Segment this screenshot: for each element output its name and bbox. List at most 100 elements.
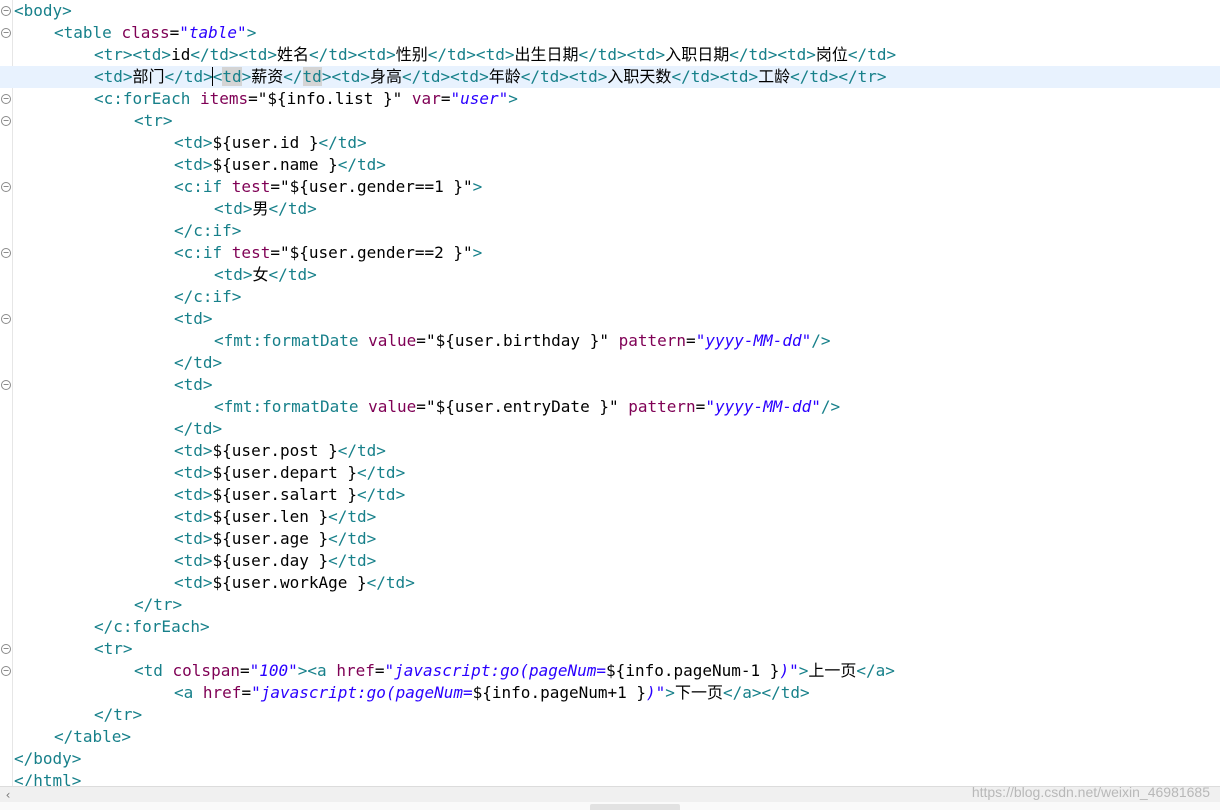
code-line[interactable]: </body> — [0, 748, 1220, 770]
code-token: value — [368, 331, 417, 350]
code-token: = — [270, 177, 280, 196]
code-token: 年龄 — [488, 67, 521, 86]
code-line[interactable]: − <td> — [0, 308, 1220, 330]
code-line[interactable]: − <c:if test="${user.gender==1 }"> — [0, 176, 1220, 198]
code-token: </ — [283, 67, 303, 86]
code-token: > — [508, 89, 518, 108]
code-line[interactable]: <td>${user.age }</td> — [0, 528, 1220, 550]
code-token: </tr> — [134, 595, 183, 614]
code-line[interactable]: − <tr> — [0, 638, 1220, 660]
code-line[interactable]: <fmt:formatDate value="${user.entryDate … — [0, 396, 1220, 418]
code-token: </td> — [268, 199, 317, 218]
code-line[interactable]: <td>${user.day }</td> — [0, 550, 1220, 572]
code-line[interactable]: − <c:forEach items="${info.list }" var="u… — [0, 88, 1220, 110]
code-token: ${user.len } — [212, 507, 329, 526]
code-token: <td> — [174, 529, 213, 548]
code-line[interactable]: </table> — [0, 726, 1220, 748]
code-token: "javascript:go(pageNum= — [251, 683, 473, 702]
code-line[interactable]: <td>${user.name }</td> — [0, 154, 1220, 176]
code-line[interactable]: <td>部门</td><td>薪资</td><td>身高</td><td>年龄<… — [0, 66, 1220, 88]
fold-toggle-icon[interactable]: − — [1, 94, 11, 104]
code-token: </td> — [164, 67, 213, 86]
code-line[interactable]: </tr> — [0, 594, 1220, 616]
code-token: )" — [646, 683, 666, 702]
code-token: <fmt:formatDate — [214, 397, 369, 416]
fold-toggle-icon[interactable]: − — [1, 380, 11, 390]
code-text: <td>${user.day }</td> — [174, 550, 376, 572]
code-line[interactable]: </td> — [0, 418, 1220, 440]
fold-toggle-icon[interactable]: − — [1, 248, 11, 258]
code-line[interactable]: <td>${user.workAge }</td> — [0, 572, 1220, 594]
code-line[interactable]: − <body> — [0, 0, 1220, 22]
code-token: </td> — [268, 265, 317, 284]
code-token: 性别 — [395, 45, 428, 64]
code-token: 姓名 — [277, 45, 310, 64]
fold-toggle-icon[interactable]: − — [1, 6, 11, 16]
code-token: = — [239, 661, 250, 680]
code-line[interactable]: <td>${user.depart }</td> — [0, 462, 1220, 484]
code-line[interactable]: − <c:if test="${user.gender==2 }"> — [0, 242, 1220, 264]
code-token: </td> — [328, 529, 377, 548]
code-token: 上一页 — [808, 661, 857, 680]
code-line[interactable]: <td>${user.id }</td> — [0, 132, 1220, 154]
code-line[interactable]: <fmt:formatDate value="${user.birthday }… — [0, 330, 1220, 352]
code-token: "${user.gender==1 }" — [279, 177, 473, 196]
code-text: </tr> — [134, 594, 182, 616]
code-token: <td> — [174, 573, 213, 592]
code-token: </td><td> — [190, 45, 278, 64]
code-token: <a — [174, 683, 203, 702]
code-token: 薪资 — [251, 67, 284, 86]
code-line[interactable]: </c:forEach> — [0, 616, 1220, 638]
code-token: </c:if> — [174, 287, 242, 306]
code-line[interactable]: <td>${user.salart }</td> — [0, 484, 1220, 506]
code-token: > — [472, 243, 483, 262]
code-token: ${user.salart } — [212, 485, 358, 504]
code-token: ><td> — [321, 67, 370, 86]
code-line[interactable]: <td>女</td> — [0, 264, 1220, 286]
bottom-tab-handle[interactable] — [590, 804, 680, 810]
code-text: <td> — [174, 308, 213, 330]
code-token: > — [246, 23, 257, 42]
code-line[interactable]: <td>${user.post }</td> — [0, 440, 1220, 462]
code-token: </td><td> — [402, 67, 489, 86]
code-line[interactable]: </c:if> — [0, 220, 1220, 242]
code-token: </td><td> — [309, 45, 396, 64]
fold-toggle-icon[interactable]: − — [1, 644, 11, 654]
code-text: </td> — [174, 352, 222, 374]
code-line[interactable]: <td>男</td> — [0, 198, 1220, 220]
code-line[interactable]: − <td> — [0, 374, 1220, 396]
code-token: 下一页 — [674, 683, 723, 702]
code-token: 入职日期 — [665, 45, 730, 64]
scroll-left-icon[interactable]: ‹ — [0, 787, 16, 803]
code-line[interactable]: </c:if> — [0, 286, 1220, 308]
code-token: <c:if — [174, 177, 232, 196]
fold-toggle-icon[interactable]: − — [1, 666, 11, 676]
fold-toggle-icon[interactable]: − — [1, 182, 11, 192]
fold-toggle-icon[interactable]: − — [1, 314, 11, 324]
code-token: ${user.post } — [212, 441, 338, 460]
code-token: </td> — [337, 441, 386, 460]
code-line[interactable]: </td> — [0, 352, 1220, 374]
code-token: <c:forEach — [94, 89, 200, 108]
code-line[interactable]: <td>${user.len }</td> — [0, 506, 1220, 528]
code-token: </table> — [54, 727, 132, 746]
code-text: <td>部门</td><td>薪资</td><td>身高</td><td>年龄<… — [94, 66, 886, 88]
code-line[interactable]: <a href="javascript:go(pageNum=${info.pa… — [0, 682, 1220, 704]
code-token: <td> — [174, 375, 213, 394]
code-token: = — [270, 243, 280, 262]
code-line[interactable]: <tr><td>id</td><td>姓名</td><td>性别</td><td… — [0, 44, 1220, 66]
code-line[interactable]: − <table class="table"> — [0, 22, 1220, 44]
code-token: </body> — [14, 749, 82, 768]
fold-toggle-icon[interactable]: − — [1, 28, 11, 38]
code-token: </td> — [357, 485, 406, 504]
code-line[interactable]: − <tr> — [0, 110, 1220, 132]
code-text: <c:if test="${user.gender==1 }"> — [174, 176, 482, 198]
fold-toggle-icon[interactable]: − — [1, 116, 11, 126]
code-editor[interactable]: − <body> − <table class="table"> <tr><td>id<… — [0, 0, 1220, 786]
code-token: <td> — [214, 199, 253, 218]
code-line[interactable]: </tr> — [0, 704, 1220, 726]
code-line[interactable]: − <td colspan="100"><a href="javascript:g… — [0, 660, 1220, 682]
code-token: </c:if> — [174, 221, 242, 240]
code-token: </html> — [14, 771, 82, 786]
code-text: <td>女</td> — [214, 264, 317, 286]
